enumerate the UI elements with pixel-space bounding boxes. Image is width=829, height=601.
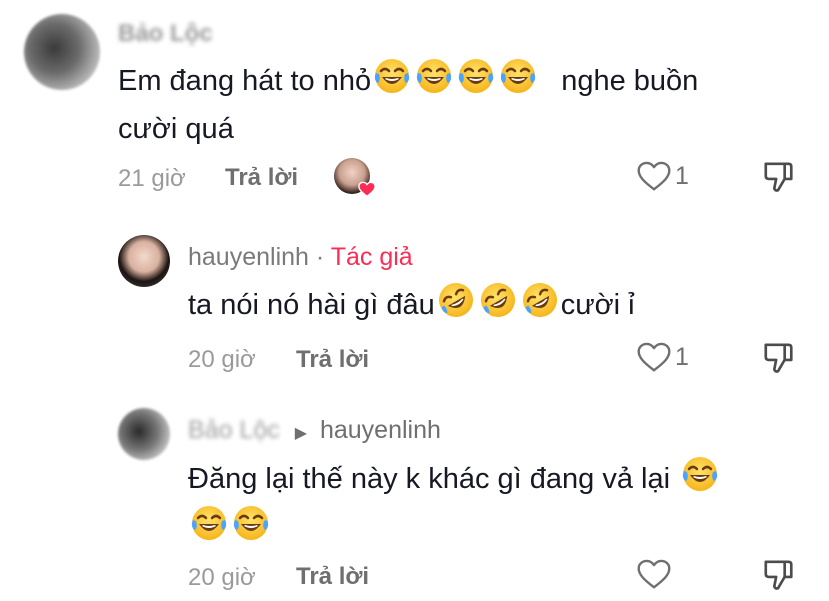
reply-button[interactable]: Trả lời (296, 563, 369, 591)
heart-icon (637, 342, 671, 373)
heart-icon (637, 559, 671, 590)
comment-text-part1: Em đang hát to nhỏ (118, 65, 372, 97)
joy-emoji (189, 503, 229, 543)
username[interactable]: Bảo Lộc (118, 20, 213, 48)
dislike-icon[interactable] (762, 160, 796, 194)
reply-arrow-icon: ▶ (294, 425, 308, 442)
like-count: 1 (675, 343, 689, 371)
dislike-icon[interactable] (762, 558, 796, 592)
like-button[interactable] (637, 559, 671, 590)
comment-text-line2: cười quá (118, 113, 234, 145)
heart-icon (637, 161, 671, 192)
comment-text-part2: nghe buồn (561, 65, 699, 97)
like-button[interactable]: 1 (637, 342, 689, 373)
comment-text-part2: cười ỉ (560, 289, 635, 321)
rofl-emoji (520, 280, 560, 320)
username[interactable]: hauyenlinh · Tác giả (188, 243, 413, 272)
joy-emoji (372, 56, 412, 96)
avatar[interactable] (118, 408, 170, 460)
joy-emoji (231, 503, 271, 543)
comment-text-line1: Đăng lại thế này k khác gì đang vả lại (188, 463, 671, 495)
like-button[interactable]: 1 (637, 161, 689, 192)
reply-header: Bảo Lộc ▶ hauyenlinh (188, 416, 441, 445)
timestamp: 20 giờ (188, 564, 256, 591)
reply-button[interactable]: Trả lời (225, 164, 298, 192)
like-count: 1 (675, 162, 689, 190)
avatar[interactable] (24, 14, 100, 90)
rofl-emoji (478, 280, 518, 320)
rofl-emoji (436, 280, 476, 320)
joy-emoji (414, 56, 454, 96)
joy-emoji (498, 56, 538, 96)
reply-button[interactable]: Trả lời (296, 346, 369, 374)
author-badge: Tác giả (330, 243, 413, 271)
comment-text: Đăng lại thế này k khác gì đang vả lại (188, 454, 788, 552)
heart-badge-icon (358, 181, 376, 198)
comment-text-part1: ta nói nó hài gì đâu (188, 289, 435, 321)
timestamp: 20 giờ (188, 346, 256, 373)
separator: · (315, 243, 325, 271)
username[interactable]: Bảo Lộc (188, 416, 280, 444)
reply-to-username[interactable]: hauyenlinh (320, 416, 441, 444)
creator-liked-avatar (334, 158, 376, 198)
timestamp: 21 giờ (118, 165, 186, 192)
joy-emoji (680, 454, 720, 494)
joy-emoji (456, 56, 496, 96)
dislike-icon[interactable] (762, 341, 796, 375)
username-text[interactable]: hauyenlinh (188, 243, 309, 271)
avatar[interactable] (118, 235, 170, 287)
comment-text: ta nói nó hài gì đâu cười ỉ (188, 280, 635, 329)
comment-text: Em đang hát to nhỏ nghe buồn cười quá (118, 56, 798, 153)
